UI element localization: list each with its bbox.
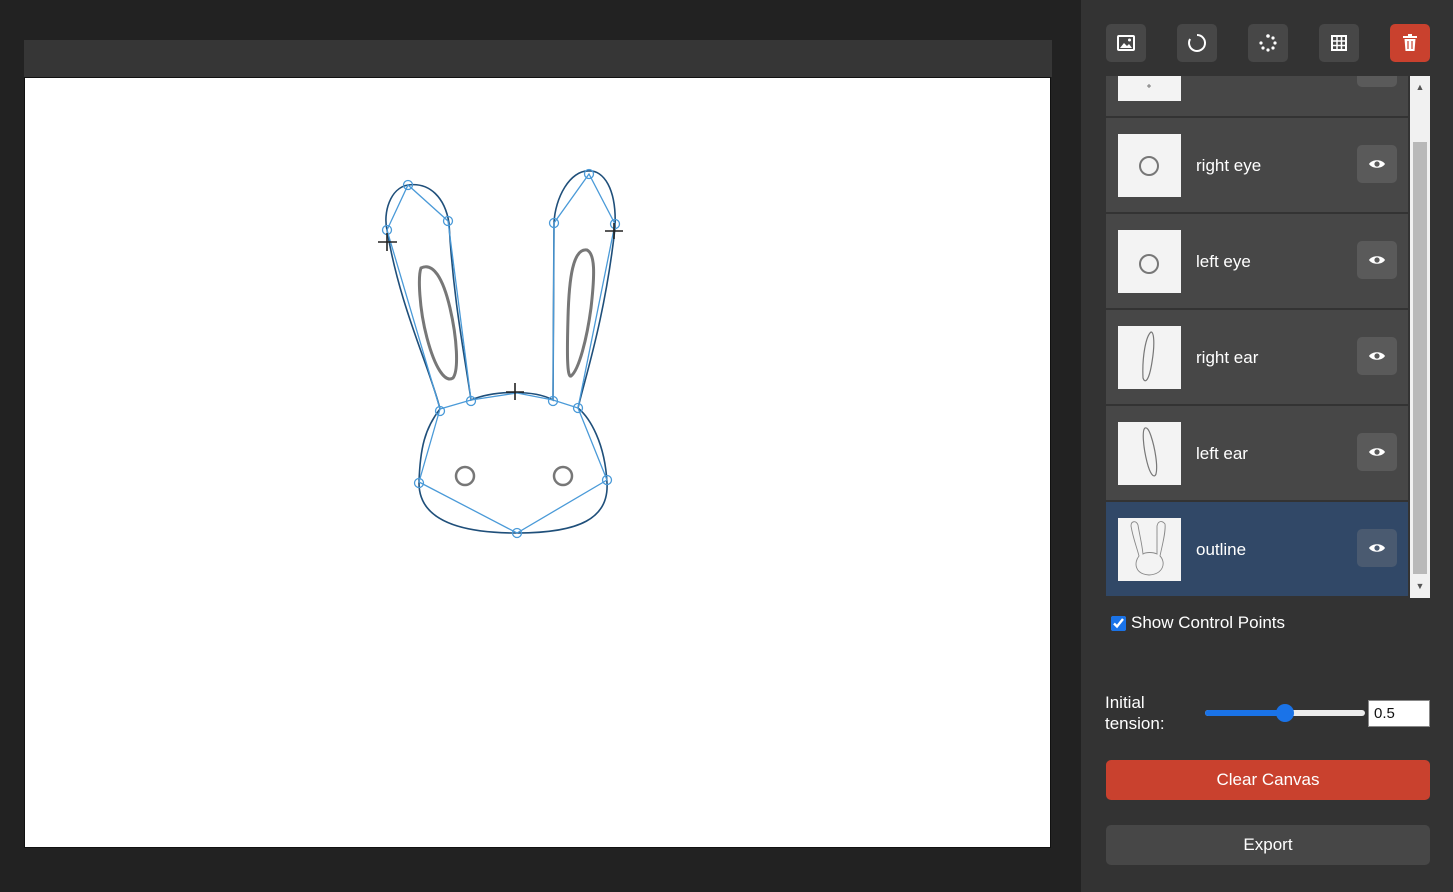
slider-fill [1205, 710, 1285, 716]
loading-button[interactable] [1248, 24, 1288, 62]
layer-list-scrollbar[interactable]: ▲ ▼ [1410, 76, 1430, 598]
control-polygon [418, 392, 608, 534]
left-eye-stroke [454, 465, 476, 487]
layer-item-left-eye[interactable]: left eye [1106, 214, 1408, 308]
layer-thumbnail [1118, 422, 1181, 485]
export-button[interactable]: Export [1106, 825, 1430, 865]
layer-item-right-ear[interactable]: right ear [1106, 310, 1408, 404]
scroll-down-icon[interactable]: ▼ [1415, 581, 1425, 591]
control-points [381, 168, 621, 539]
canvas-area [0, 0, 1081, 892]
delete-button[interactable] [1390, 24, 1430, 62]
scroll-up-icon[interactable]: ▲ [1415, 82, 1425, 92]
drawing-canvas[interactable] [24, 77, 1051, 848]
layer-name: right ear [1196, 348, 1259, 367]
layer-name: left eye [1196, 252, 1251, 271]
trash-icon [1403, 34, 1417, 51]
canvas-header-bar [24, 40, 1052, 77]
sidebar: right eye left eye right ear left ear ou… [1081, 0, 1453, 892]
layer-list[interactable]: right eye left eye right ear left ear ou… [1106, 76, 1410, 598]
slider-knob[interactable] [1276, 704, 1294, 722]
visibility-toggle[interactable] [1357, 529, 1397, 567]
layer-name: right eye [1196, 156, 1262, 175]
tension-label: Initial tension: [1105, 693, 1165, 733]
visibility-toggle[interactable] [1357, 76, 1397, 87]
layer-item-left-ear[interactable]: left ear [1106, 406, 1408, 500]
show-control-points-row[interactable]: Show Control Points [1111, 613, 1285, 633]
eye-icon [1369, 256, 1385, 264]
eye-icon [1369, 160, 1385, 168]
layer-thumbnail [1118, 134, 1181, 197]
right-ear-stroke [565, 248, 596, 378]
layer-thumbnail [1118, 230, 1181, 293]
grid-button[interactable] [1319, 24, 1359, 62]
dots-circle-icon [1259, 34, 1277, 52]
visibility-toggle[interactable] [1357, 241, 1397, 279]
eye-icon [1369, 352, 1385, 360]
layer-thumbnail [1118, 518, 1181, 581]
image-icon [1117, 35, 1135, 51]
show-control-points-checkbox[interactable] [1111, 615, 1126, 631]
clear-canvas-button[interactable]: Clear Canvas [1106, 760, 1430, 800]
show-control-points-label: Show Control Points [1131, 613, 1286, 632]
tension-input[interactable] [1368, 700, 1430, 727]
grid-icon [1331, 35, 1347, 51]
layer-name: left ear [1196, 444, 1248, 463]
layer-item-partial[interactable] [1106, 76, 1408, 116]
circle-arrow-icon [1188, 33, 1206, 52]
layer-item-right-eye[interactable]: right eye [1106, 118, 1408, 212]
redo-button[interactable] [1177, 24, 1217, 62]
app-window: right eye left eye right ear left ear ou… [0, 0, 1453, 892]
right-eye-stroke [552, 465, 574, 487]
layer-item-outline[interactable]: outline [1106, 502, 1408, 596]
eye-icon [1369, 448, 1385, 456]
drawing-svg [378, 168, 623, 539]
tension-slider[interactable] [1205, 702, 1365, 724]
layer-name: outline [1196, 540, 1247, 559]
scrollbar-thumb[interactable] [1413, 142, 1427, 574]
eye-icon [1369, 544, 1385, 552]
add-image-button[interactable] [1106, 24, 1146, 62]
visibility-toggle[interactable] [1357, 337, 1397, 375]
layer-thumbnail [1118, 326, 1181, 389]
visibility-toggle[interactable] [1357, 433, 1397, 471]
layer-thumbnail [1118, 76, 1181, 101]
visibility-toggle[interactable] [1357, 145, 1397, 183]
